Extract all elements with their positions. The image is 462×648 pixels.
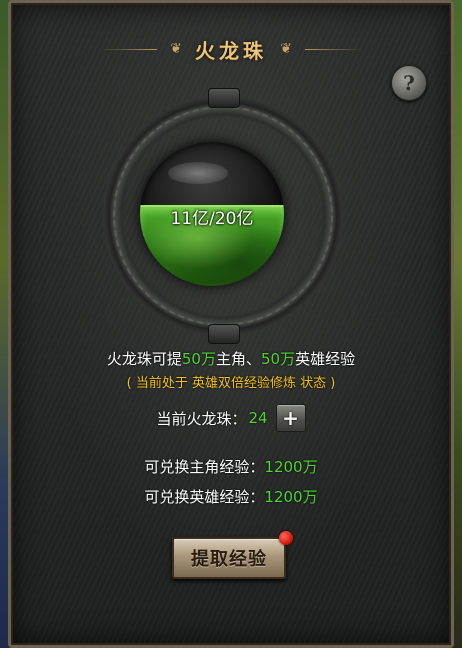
hero-exp-exchange-value: 1200万 [264, 488, 318, 506]
hero-exp-exchange-row: 可兑换英雄经验：1200万 [0, 486, 462, 507]
description-mid: 主角、 [215, 350, 261, 368]
title-ornament-right-icon: ❦ [280, 41, 292, 57]
main-exp-exchange-row: 可兑换主角经验：1200万 [0, 456, 462, 477]
orb-progress-text: 11亿/20亿 [170, 209, 254, 229]
orb-count-value: 24 [248, 409, 268, 427]
panel-title-bar: ❦ 火龙珠 ❦ [11, 33, 451, 65]
description-line: 火龙珠可提50万主角、50万英雄经验 [0, 348, 462, 369]
notification-dot-icon [279, 531, 293, 545]
help-button[interactable]: ? [391, 65, 427, 101]
description-suffix: 英雄经验 [295, 350, 356, 368]
orb-count-label: 当前火龙珠： [156, 409, 247, 428]
main-exp-amount: 50万 [181, 350, 216, 368]
panel-title: 火龙珠 [195, 38, 267, 63]
title-divider-right [305, 48, 363, 50]
add-orb-button[interactable]: + [275, 404, 306, 432]
title-ornament-left-icon: ❦ [170, 41, 182, 57]
orb-frame-top-clasp [208, 88, 240, 108]
fire-dragon-orb: 11亿/20亿 [140, 142, 284, 286]
hero-exp-exchange-label: 可兑换英雄经验： [144, 488, 265, 506]
orb-shine [168, 162, 228, 184]
main-exp-exchange-value: 1200万 [264, 458, 318, 476]
training-state-text: ( 当前处于 英雄双倍经验修炼 状态 ) [126, 376, 336, 391]
description-prefix: 火龙珠可提 [106, 350, 182, 368]
hero-exp-amount: 50万 [261, 350, 296, 368]
help-icon: ? [403, 71, 415, 95]
plus-icon: + [282, 406, 299, 430]
orb-frame-bottom-clasp [208, 324, 240, 344]
main-exp-exchange-label: 可兑换主角经验： [144, 458, 265, 476]
extract-exp-button[interactable]: 提取经验 [172, 537, 286, 579]
orb-count-row: 当前火龙珠： 24 + [0, 404, 462, 432]
title-divider-left [99, 48, 157, 50]
